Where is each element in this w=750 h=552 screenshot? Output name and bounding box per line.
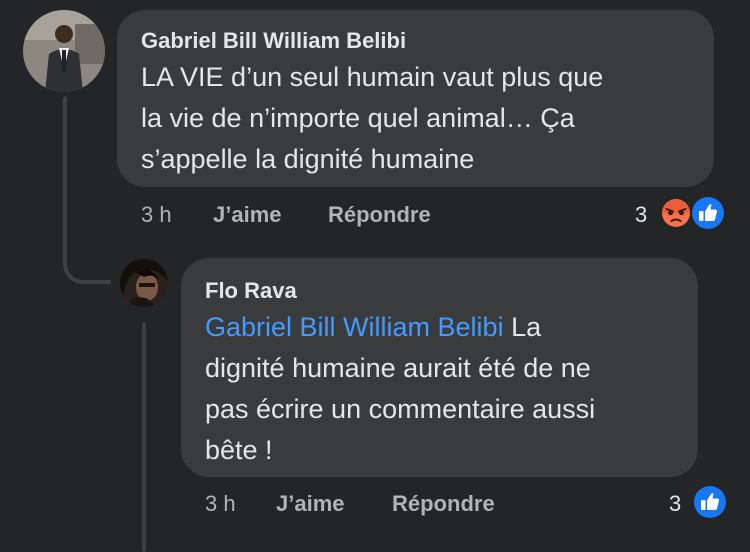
comment-text-line: s’appelle la dignité humaine bbox=[141, 144, 475, 174]
thread-connector-curve bbox=[63, 230, 111, 284]
comment-author[interactable]: Flo Rava bbox=[205, 278, 297, 304]
comment-text-line: pas écrire un commentaire aussi bbox=[205, 394, 596, 424]
reply-button[interactable]: Répondre bbox=[392, 491, 495, 517]
avatar-photo bbox=[120, 259, 168, 307]
avatar[interactable] bbox=[23, 10, 105, 92]
comment-text-line: Gabriel Bill William Belibi La bbox=[205, 307, 595, 348]
comment-author[interactable]: Gabriel Bill William Belibi bbox=[141, 28, 406, 54]
comment-text-fragment: La bbox=[503, 312, 542, 342]
like-button[interactable]: J’aime bbox=[213, 202, 282, 228]
comment-text-line: bête ! bbox=[205, 435, 273, 465]
avatar[interactable] bbox=[120, 259, 168, 307]
comment-bubble: Gabriel Bill William Belibi LA VIE d’un … bbox=[117, 10, 714, 187]
reaction-count[interactable]: 3 bbox=[635, 202, 647, 228]
avatar-photo bbox=[23, 10, 105, 92]
comment-timestamp[interactable]: 3 h bbox=[205, 491, 236, 517]
mention-link[interactable]: Gabriel Bill William Belibi bbox=[205, 312, 504, 342]
like-button[interactable]: J’aime bbox=[276, 491, 345, 517]
reply-connector-line bbox=[142, 322, 146, 552]
comment-text-line: LA VIE d’un seul humain vaut plus que bbox=[141, 62, 604, 92]
comment-text: LA VIE d’un seul humain vaut plus que la… bbox=[141, 57, 603, 180]
comment-text: Gabriel Bill William Belibi La dignité h… bbox=[205, 307, 595, 471]
like-icon[interactable] bbox=[691, 483, 729, 521]
angry-icon[interactable] bbox=[659, 196, 693, 230]
comment-timestamp[interactable]: 3 h bbox=[141, 202, 172, 228]
comment-text-line: dignité humaine aurait été de ne bbox=[205, 353, 591, 383]
like-icon[interactable] bbox=[689, 194, 727, 232]
comment-bubble: Flo Rava Gabriel Bill William Belibi La … bbox=[181, 258, 698, 477]
reaction-count[interactable]: 3 bbox=[669, 491, 681, 517]
comment-text-line: la vie de n’importe quel animal… Ça bbox=[141, 103, 575, 133]
reply-button[interactable]: Répondre bbox=[328, 202, 431, 228]
